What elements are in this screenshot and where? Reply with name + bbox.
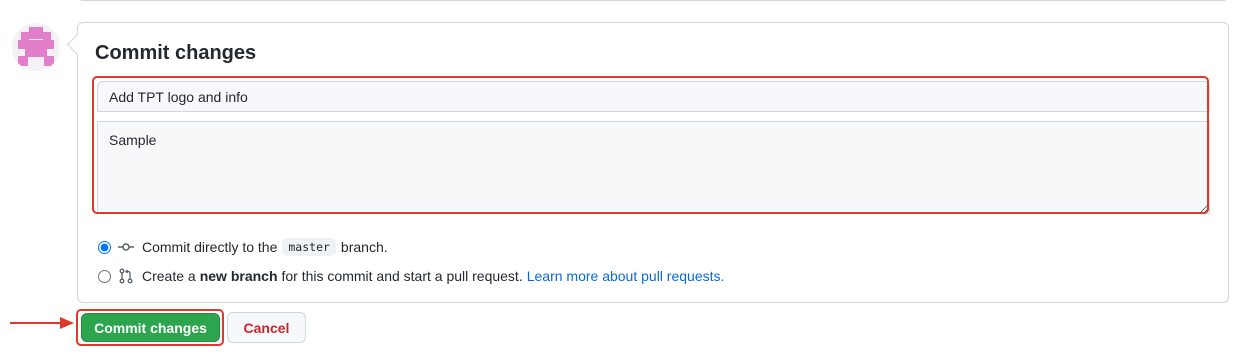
- panel-pointer: [66, 33, 89, 56]
- identicon-icon: [18, 27, 54, 66]
- new-branch-text: Create a: [142, 268, 196, 284]
- new-branch-suffix: for this commit and start a pull request…: [281, 268, 523, 284]
- red-arrow-icon: [10, 317, 74, 329]
- new-branch-bold: new branch: [199, 268, 278, 284]
- branch-name: master: [282, 238, 336, 256]
- commit-title: Commit changes: [95, 42, 257, 64]
- commit-panel: Commit changes Sample Commit directly to…: [66, 22, 1229, 303]
- pull-requests-help-link[interactable]: Learn more about pull requests.: [527, 268, 725, 284]
- commit-direct-suffix: branch.: [340, 239, 388, 255]
- message-highlight-box: [92, 76, 1209, 214]
- git-pull-request-icon: [119, 268, 133, 284]
- option-new-branch[interactable]: Create a new branch for this commit and …: [98, 266, 724, 286]
- commit-changes-button[interactable]: Commit changes: [81, 313, 220, 342]
- new-branch-radio[interactable]: [98, 269, 111, 283]
- cancel-button[interactable]: Cancel: [227, 312, 306, 343]
- user-avatar: [12, 23, 60, 71]
- previous-panel-edge: [77, 0, 1229, 1]
- commit-direct-text: Commit directly to the: [142, 239, 278, 255]
- git-commit-icon: [118, 243, 134, 251]
- commit-direct-radio[interactable]: [98, 240, 111, 254]
- option-commit-direct[interactable]: Commit directly to the master branch.: [98, 237, 388, 257]
